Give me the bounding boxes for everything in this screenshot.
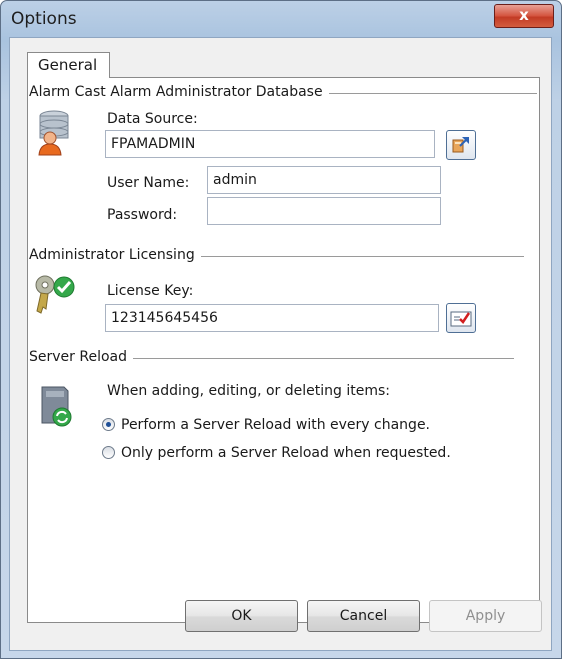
reload-prompt: When adding, editing, or deleting items:	[107, 383, 390, 399]
database-user-icon	[38, 110, 69, 156]
username-input[interactable]: admin	[207, 166, 441, 194]
cancel-button[interactable]: Cancel	[307, 600, 420, 632]
radio-reload-when-requested-label: Only perform a Server Reload when reques…	[121, 445, 451, 461]
radio-indicator-selected[interactable]	[102, 418, 115, 431]
reload-group-title: Server Reload	[29, 349, 133, 365]
license-validate-icon	[450, 311, 472, 327]
radio-reload-every-change-label: Perform a Server Reload with every chang…	[121, 417, 431, 433]
options-window: Options x General Alarm Cast Alarm Admin…	[0, 0, 562, 659]
radio-indicator[interactable]	[102, 446, 115, 459]
password-input[interactable]	[207, 197, 441, 225]
database-group-title: Alarm Cast Alarm Administrator Database	[29, 84, 329, 100]
data-source-browse-button[interactable]	[446, 130, 476, 160]
password-label: Password:	[107, 207, 178, 223]
tab-panel-general: Alarm Cast Alarm Administrator Database …	[27, 77, 540, 623]
username-label: User Name:	[107, 175, 190, 191]
license-key-label: License Key:	[107, 283, 194, 299]
ok-button[interactable]: OK	[185, 600, 298, 632]
window-title: Options	[11, 9, 77, 29]
server-reload-icon	[41, 386, 72, 427]
licensing-group-title: Administrator Licensing	[29, 247, 201, 263]
apply-button[interactable]: Apply	[429, 600, 542, 632]
data-source-input[interactable]: FPAMADMIN	[105, 130, 435, 158]
license-key-input[interactable]: 123145645456	[105, 304, 439, 332]
close-button[interactable]: x	[494, 4, 554, 28]
license-validate-button[interactable]	[446, 303, 476, 333]
tab-general[interactable]: General	[27, 52, 110, 78]
data-source-label: Data Source:	[107, 111, 198, 127]
dialog-client-area: General Alarm Cast Alarm Administrator D…	[9, 37, 552, 651]
data-source-browse-icon	[452, 137, 469, 153]
license-key-check-icon	[35, 275, 75, 314]
